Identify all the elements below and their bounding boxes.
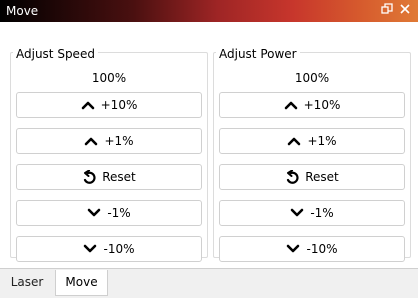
button-label: Reset: [305, 170, 339, 184]
button-label: +1%: [104, 134, 134, 148]
tab-move[interactable]: Move: [55, 270, 108, 296]
adjust-power-title: Adjust Power: [216, 47, 300, 61]
tab-laser[interactable]: Laser: [3, 270, 51, 294]
chevron-up-icon: [85, 137, 98, 146]
tab-bar: Laser Move: [0, 268, 418, 298]
button-label: -1%: [107, 206, 131, 220]
speed-reset-button[interactable]: Reset: [16, 164, 202, 190]
chevron-up-icon: [81, 101, 94, 110]
float-icon[interactable]: [381, 3, 395, 17]
power-percent: 100%: [294, 71, 330, 85]
power-minus-1-button[interactable]: -1%: [219, 200, 405, 226]
reset-icon: [84, 170, 96, 184]
button-label: +1%: [307, 134, 337, 148]
speed-plus-10-button[interactable]: +10%: [16, 92, 202, 118]
chevron-down-icon: [84, 244, 97, 253]
button-label: -1%: [310, 206, 334, 220]
adjust-speed-group: Adjust Speed 100% +10% +1% Reset -1% -10…: [10, 38, 208, 262]
chevron-down-icon: [88, 208, 101, 217]
power-plus-10-button[interactable]: +10%: [219, 92, 405, 118]
button-label: +10%: [303, 98, 341, 112]
chevron-up-icon: [288, 137, 301, 146]
group-frame: Adjust Speed 100% +10% +1% Reset -1% -10…: [10, 47, 208, 262]
speed-minus-10-button[interactable]: -10%: [16, 236, 202, 262]
button-label: -10%: [103, 242, 135, 256]
chevron-down-icon: [291, 208, 304, 217]
adjust-power-group: Adjust Power 100% +10% +1% Reset -1% -10…: [213, 38, 411, 262]
group-frame: Adjust Power 100% +10% +1% Reset -1% -10…: [213, 47, 411, 262]
speed-percent: 100%: [91, 71, 127, 85]
window-title: Move: [6, 4, 39, 18]
button-label: Reset: [102, 170, 136, 184]
title-bar: Move: [0, 0, 418, 22]
power-minus-10-button[interactable]: -10%: [219, 236, 405, 262]
move-panel: Adjust Speed 100% +10% +1% Reset -1% -10…: [0, 22, 418, 268]
close-icon[interactable]: [399, 3, 413, 17]
speed-minus-1-button[interactable]: -1%: [16, 200, 202, 226]
chevron-down-icon: [287, 244, 300, 253]
power-reset-button[interactable]: Reset: [219, 164, 405, 190]
chevron-up-icon: [284, 101, 297, 110]
adjust-speed-title: Adjust Speed: [13, 47, 98, 61]
speed-plus-1-button[interactable]: +1%: [16, 128, 202, 154]
power-plus-1-button[interactable]: +1%: [219, 128, 405, 154]
reset-icon: [287, 170, 299, 184]
button-label: -10%: [306, 242, 338, 256]
button-label: +10%: [100, 98, 138, 112]
